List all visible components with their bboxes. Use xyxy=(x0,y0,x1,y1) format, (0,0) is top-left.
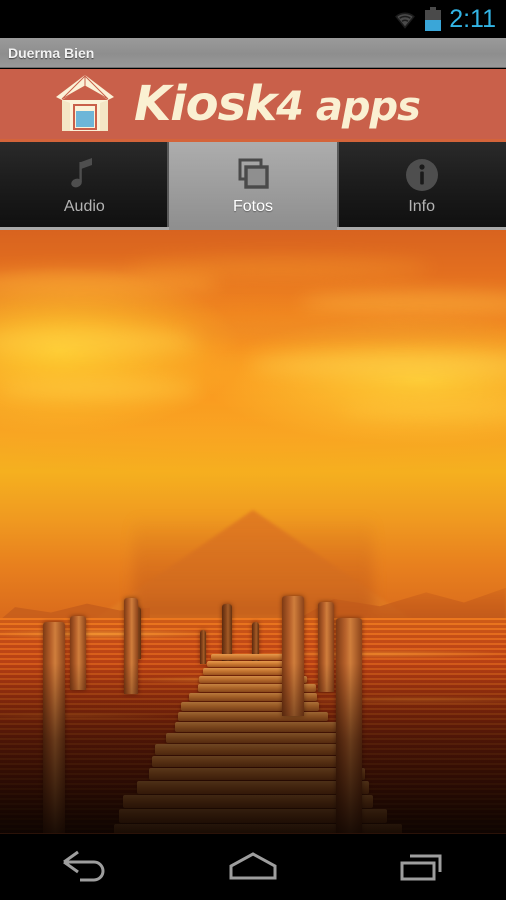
tab-divider xyxy=(337,142,340,227)
tab-info[interactable]: Info xyxy=(337,139,506,230)
brand-wordmark: Kiosk4 apps xyxy=(134,76,421,132)
info-circle-icon xyxy=(403,155,441,195)
app-title-bar: Duerma Bien xyxy=(0,38,506,68)
android-navigation-bar xyxy=(0,833,506,900)
foreground-shadow xyxy=(0,663,506,833)
brand-main: Kiosk xyxy=(134,76,277,132)
battery-icon xyxy=(425,7,442,31)
home-icon[interactable] xyxy=(203,834,303,900)
tab-bar: Audio Fotos Info xyxy=(0,139,506,230)
status-clock: 2:11 xyxy=(449,4,496,33)
brand-suffix: 4 apps xyxy=(276,84,421,130)
tab-audio[interactable]: Audio xyxy=(0,139,169,230)
wifi-icon xyxy=(393,9,417,29)
tab-fotos[interactable]: Fotos xyxy=(168,139,338,230)
tab-audio-label: Audio xyxy=(63,197,105,215)
kiosk-brand-banner[interactable]: Kiosk4 apps xyxy=(0,69,506,139)
status-bar: 2:11 xyxy=(0,0,506,38)
tab-info-label: Info xyxy=(408,197,436,215)
back-arrow-icon[interactable] xyxy=(34,834,134,900)
app-screen: 2:11 Duerma Bien Kiosk4 apps Audio Fotos… xyxy=(0,0,506,900)
music-note-icon xyxy=(67,155,101,195)
tab-fotos-label: Fotos xyxy=(233,197,274,215)
photos-stack-icon xyxy=(235,155,271,195)
kiosk-pavilion-logo-icon xyxy=(52,73,118,135)
recent-apps-icon[interactable] xyxy=(372,834,472,900)
sunset-pier-photo xyxy=(0,230,506,833)
page-title: Duerma Bien xyxy=(8,44,95,61)
photo-viewer[interactable] xyxy=(0,230,506,833)
